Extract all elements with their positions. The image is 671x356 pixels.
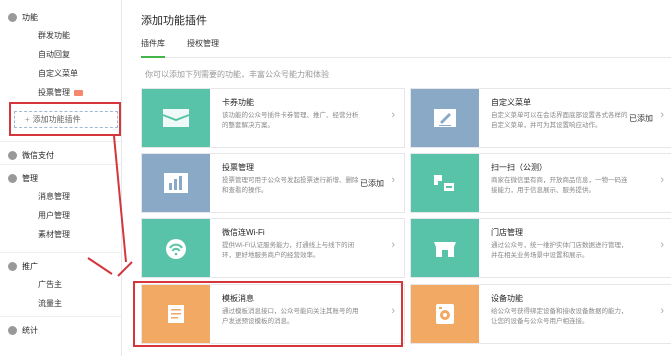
chevron-right-icon: ›: [391, 239, 395, 251]
plugin-desc: 提供Wi-Fi认证服务能力，打通线上与线下的闭环，更好地服务商户的经营效率。: [222, 242, 355, 259]
chevron-right-icon: ›: [660, 109, 664, 121]
sidebar-item-publisher[interactable]: 流量主: [0, 294, 121, 313]
plugin-card-coupons[interactable]: 卡券功能 该功能的公众号插件卡券管理、推广、经营分析的整套解决方案。 ›: [141, 88, 405, 148]
plugin-card-custom-menu[interactable]: 自定义菜单 自定义菜单可以在会话界面底部设置各式各样的自定义菜单，并可为其设置响…: [410, 88, 671, 148]
chevron-right-icon: ›: [391, 174, 395, 186]
highlight-add-plugin: [9, 102, 121, 136]
bar-chart-icon: [142, 154, 210, 212]
plugin-desc: 商家在微信里有商，开放商品信息，一物一码连接能力，用于信息展示、服务提供。: [491, 177, 628, 194]
chevron-right-icon: ›: [660, 239, 664, 251]
plugin-card-stores[interactable]: 门店管理 通过公众号，统一维护实体门店数据进行管理，并在相关业务场景中设置和展示…: [410, 218, 671, 278]
intro-text: 你可以添加下列需要的功能，丰富公众号能力和体验: [145, 70, 329, 79]
sidebar-group-stats[interactable]: 统计: [0, 321, 121, 339]
sidebar-item-users[interactable]: 用户管理: [0, 206, 121, 225]
plugin-name: 投票管理: [222, 163, 254, 172]
chevron-right-icon: ›: [391, 109, 395, 121]
page-title: 添加功能插件: [141, 15, 207, 27]
sidebar-group-label: 微信支付: [22, 150, 54, 160]
sidebar-item-auto-reply[interactable]: 自动回复: [0, 45, 121, 64]
store-icon: [411, 219, 479, 277]
sidebar-item-broadcast[interactable]: 群发功能: [0, 26, 121, 45]
plugin-status: 已添加: [629, 114, 653, 123]
sidebar-item-advertiser[interactable]: 广告主: [0, 275, 121, 294]
sidebar-group-manage[interactable]: 管理: [0, 169, 121, 187]
tab-authorization[interactable]: 授权管理: [187, 38, 219, 58]
plugin-status: 已添加: [360, 179, 384, 188]
sidebar-item-materials[interactable]: 素材管理: [0, 225, 121, 244]
stats-icon: [8, 326, 17, 335]
plugin-name: 自定义菜单: [491, 98, 531, 107]
sidebar: 功能 群发功能 自动回复 自定义菜单 投票管理 + 添加功能插件 微信支付 管理 …: [0, 0, 122, 356]
plugin-name: 扫一扫（公测）: [491, 163, 547, 172]
sidebar-item-custom-menu[interactable]: 自定义菜单: [0, 64, 121, 83]
promotion-icon: [8, 262, 17, 271]
plugin-name: 门店管理: [491, 228, 523, 237]
wifi-icon: [142, 219, 210, 277]
plugin-desc: 给公众号获得绑定设备和接收设备数据的能力，让您的设备与公众号用户相连接。: [491, 308, 628, 325]
plugin-card-vote[interactable]: 投票管理 投票管理可用于公众号发起投票进行新增、删除和查看的操作。 已添加 ›: [141, 153, 405, 213]
plugin-desc: 投票管理可用于公众号发起投票进行新增、删除和查看的操作。: [222, 177, 359, 194]
chevron-right-icon: ›: [660, 174, 664, 186]
sidebar-item-messages[interactable]: 消息管理: [0, 187, 121, 206]
plugin-name: 卡券功能: [222, 98, 254, 107]
plugin-name: 设备功能: [491, 294, 523, 303]
pencil-icon: [411, 89, 479, 147]
manage-icon: [8, 174, 17, 183]
coupon-icon: [142, 89, 210, 147]
plugin-desc: 自定义菜单可以在会话界面底部设置各式各样的自定义菜单，并可为其设置响应动作。: [491, 112, 628, 129]
sidebar-group-label: 统计: [22, 325, 38, 335]
plugin-card-device[interactable]: 设备功能 给公众号获得绑定设备和接收设备数据的能力，让您的设备与公众号用户相连接…: [410, 284, 671, 344]
sidebar-group-label: 管理: [22, 173, 38, 183]
chevron-right-icon: ›: [660, 305, 664, 317]
sidebar-group-promotion[interactable]: 推广: [0, 257, 121, 275]
plugin-name: 微信连Wi-Fi: [222, 228, 265, 237]
scan-icon: [411, 154, 479, 212]
device-icon: [411, 285, 479, 343]
features-icon: [8, 13, 17, 22]
tab-bar: 插件库 授权管理: [141, 38, 671, 58]
highlight-template-message: [133, 281, 403, 347]
sidebar-group-label: 推广: [22, 261, 38, 271]
sidebar-group-label: 功能: [22, 12, 38, 22]
sidebar-item-vote[interactable]: 投票管理: [0, 83, 121, 102]
plugin-desc: 该功能的公众号插件卡券管理、推广、经营分析的整套解决方案。: [222, 112, 359, 129]
sidebar-group-features[interactable]: 功能: [0, 8, 121, 26]
tab-plugin-library[interactable]: 插件库: [141, 38, 165, 58]
plugin-desc: 通过公众号，统一维护实体门店数据进行管理，并在相关业务场景中设置和展示。: [491, 242, 628, 259]
sidebar-item-label: 投票管理: [38, 88, 70, 97]
plugin-card-wifi[interactable]: 微信连Wi-Fi 提供Wi-Fi认证服务能力，打通线上与线下的闭环，更好地服务商…: [141, 218, 405, 278]
pay-icon: [8, 151, 17, 160]
sidebar-group-wechat-pay[interactable]: 微信支付: [0, 146, 121, 164]
new-badge: [74, 89, 83, 96]
plugin-card-scan[interactable]: 扫一扫（公测） 商家在微信里有商，开放商品信息，一物一码连接能力，用于信息展示、…: [410, 153, 671, 213]
